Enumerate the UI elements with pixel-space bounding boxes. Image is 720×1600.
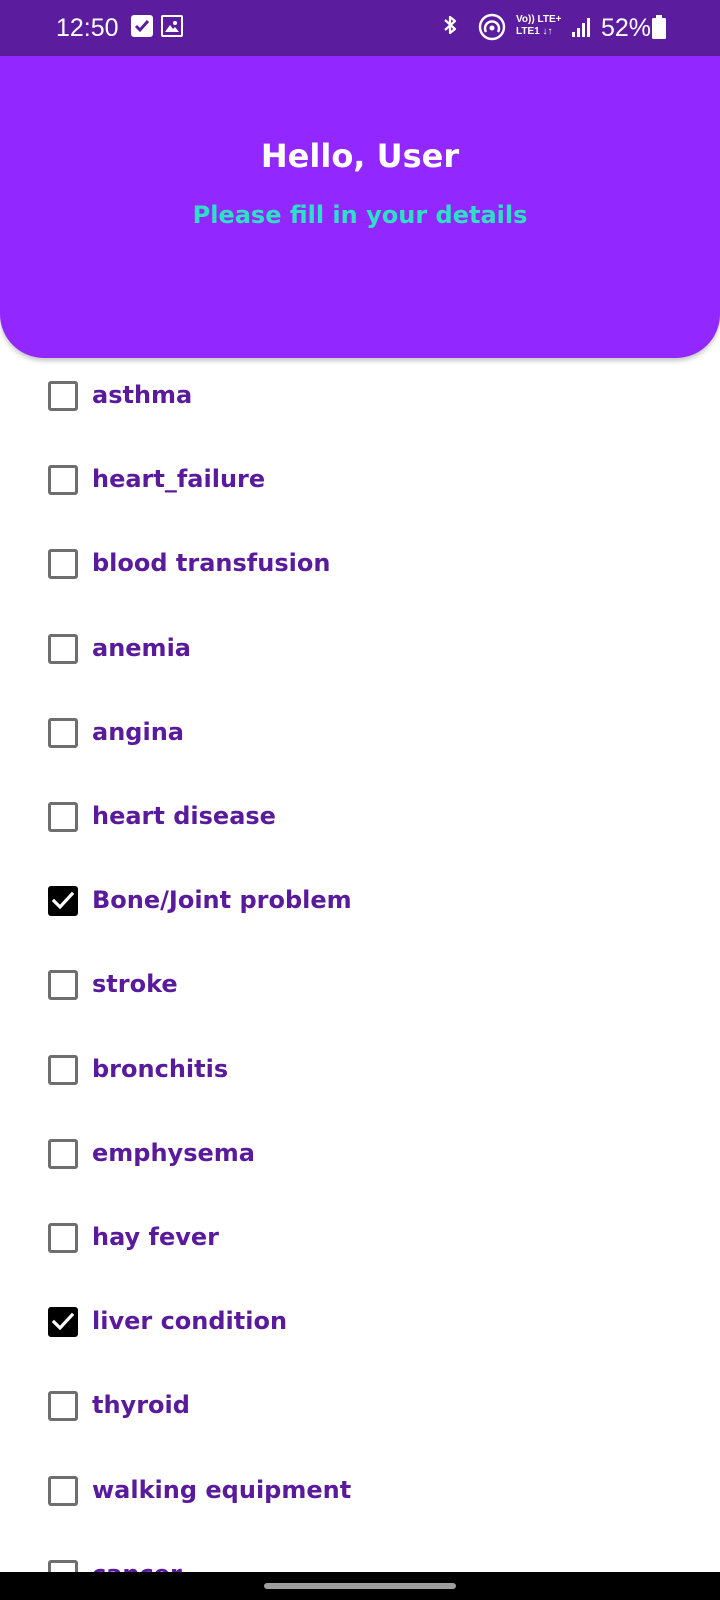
condition-label: cancer bbox=[92, 1558, 182, 1572]
condition-item-angina[interactable]: angina bbox=[40, 703, 680, 763]
checkbox[interactable] bbox=[48, 1223, 78, 1253]
condition-item-cancer[interactable]: cancer bbox=[40, 1545, 680, 1572]
checkmark-icon bbox=[52, 891, 74, 910]
screen: asthma heart_failure blood transfusion a… bbox=[0, 0, 720, 1600]
header-title: Hello, User bbox=[260, 137, 460, 175]
checkbox[interactable] bbox=[48, 802, 78, 832]
status-time: 12:50 bbox=[56, 14, 119, 42]
condition-label: anemia bbox=[92, 634, 191, 662]
checkbox[interactable] bbox=[48, 381, 78, 411]
condition-label: bronchitis bbox=[92, 1055, 229, 1083]
checkbox[interactable] bbox=[48, 1055, 78, 1085]
condition-item-heart-disease[interactable]: heart disease bbox=[40, 787, 680, 847]
header-subtitle: Please fill in your details bbox=[192, 201, 528, 229]
condition-item-emphysema[interactable]: emphysema bbox=[40, 1124, 680, 1184]
condition-label: liver condition bbox=[92, 1307, 288, 1335]
status-bar: 12:50 Vo)) LTE+ LTE1 ↓↑ 52% bbox=[0, 0, 720, 56]
condition-label: blood transfusion bbox=[92, 549, 331, 577]
checkmark-icon bbox=[52, 1312, 74, 1331]
condition-item-anemia[interactable]: anemia bbox=[40, 619, 680, 679]
checkbox[interactable] bbox=[48, 1307, 78, 1337]
condition-item-thyroid[interactable]: thyroid bbox=[40, 1376, 680, 1436]
checkbox[interactable] bbox=[48, 634, 78, 664]
condition-label: heart disease bbox=[92, 802, 276, 830]
condition-label: hay fever bbox=[92, 1223, 220, 1251]
condition-item-hay-fever[interactable]: hay fever bbox=[40, 1208, 680, 1268]
network-bottom-label: LTE1 ↓↑ bbox=[516, 26, 553, 37]
checkbox[interactable] bbox=[48, 1476, 78, 1506]
checkbox[interactable] bbox=[48, 1560, 78, 1572]
condition-label: stroke bbox=[92, 970, 178, 998]
checkbox[interactable] bbox=[48, 970, 78, 1000]
navigation-bar bbox=[0, 1572, 720, 1600]
condition-label: emphysema bbox=[92, 1139, 255, 1167]
condition-item-heart-failure[interactable]: heart_failure bbox=[40, 450, 680, 510]
condition-item-blood-transfusion[interactable]: blood transfusion bbox=[40, 534, 680, 594]
image-notification-icon bbox=[161, 15, 183, 37]
condition-item-asthma[interactable]: asthma bbox=[40, 366, 680, 426]
condition-item-walking-equipment[interactable]: walking equipment bbox=[40, 1461, 680, 1521]
checkbox[interactable] bbox=[48, 1139, 78, 1169]
check-notification-icon bbox=[131, 15, 153, 37]
checkbox[interactable] bbox=[48, 465, 78, 495]
signal-icon bbox=[572, 18, 590, 37]
header: Hello, User Please fill in your details bbox=[0, 56, 720, 358]
network-top-label: Vo)) LTE+ bbox=[516, 14, 562, 25]
condition-label: asthma bbox=[92, 381, 193, 409]
condition-label: angina bbox=[92, 718, 184, 746]
condition-item-bone-joint-problem[interactable]: Bone/Joint problem bbox=[40, 871, 680, 931]
checkbox[interactable] bbox=[48, 1391, 78, 1421]
condition-item-bronchitis[interactable]: bronchitis bbox=[40, 1040, 680, 1100]
condition-label: Bone/Joint problem bbox=[92, 886, 352, 914]
home-handle[interactable] bbox=[264, 1583, 456, 1589]
condition-item-liver-condition[interactable]: liver condition bbox=[40, 1292, 680, 1352]
checkbox[interactable] bbox=[48, 718, 78, 748]
volte-icon: Vo)) LTE+ LTE1 ↓↑ bbox=[516, 14, 576, 42]
bluetooth-icon bbox=[444, 15, 457, 35]
checkbox[interactable] bbox=[48, 549, 78, 579]
hotspot-icon bbox=[478, 13, 506, 41]
battery-percentage: 52% bbox=[601, 14, 652, 42]
checkbox[interactable] bbox=[48, 886, 78, 916]
condition-label: walking equipment bbox=[92, 1476, 352, 1504]
battery-icon bbox=[652, 15, 666, 39]
condition-label: thyroid bbox=[92, 1391, 190, 1419]
condition-label: heart_failure bbox=[92, 465, 266, 493]
condition-item-stroke[interactable]: stroke bbox=[40, 955, 680, 1015]
